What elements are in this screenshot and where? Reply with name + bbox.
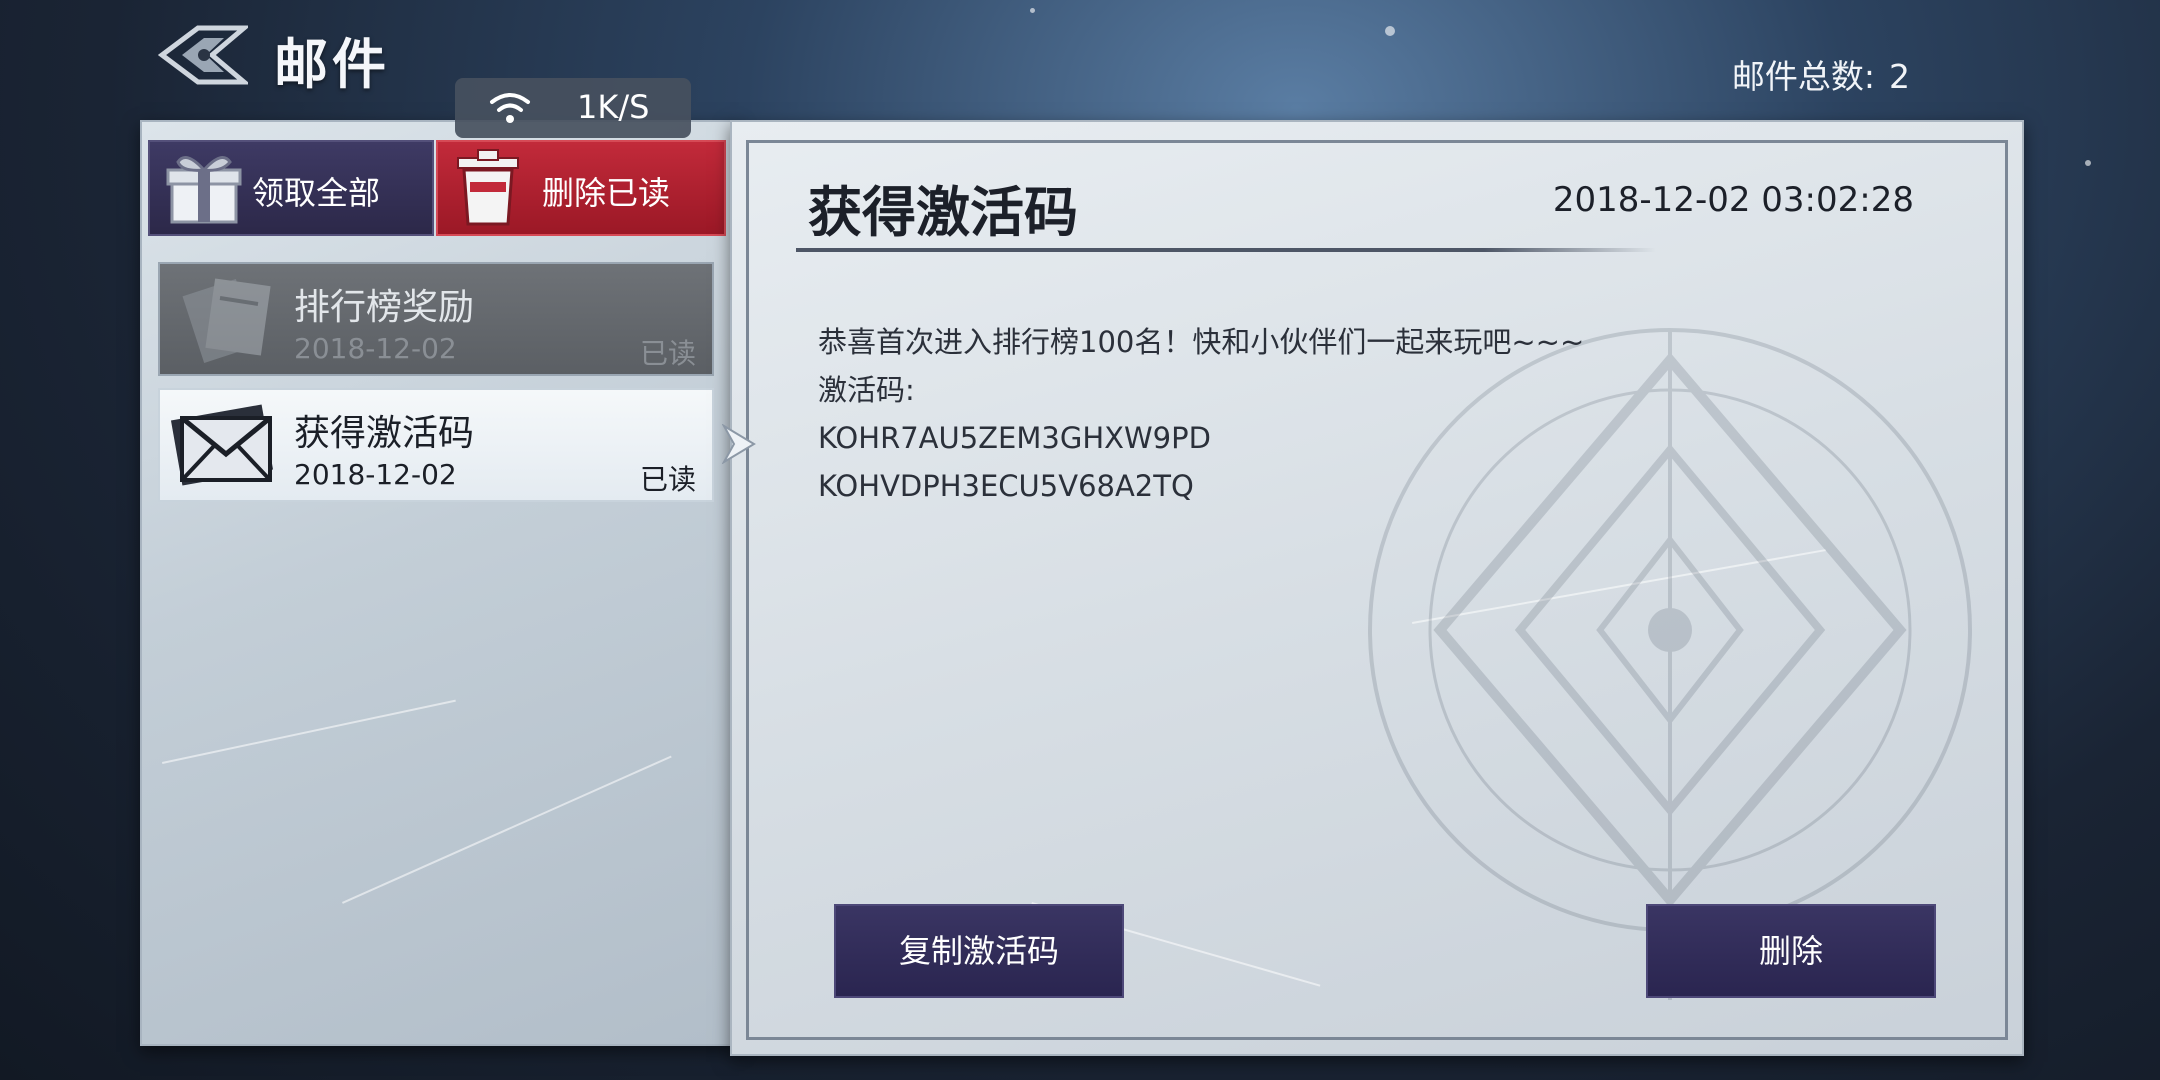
background-sparkle [2085, 160, 2091, 166]
mail-item-title: 获得激活码 [294, 413, 475, 454]
gift-icon [166, 156, 242, 224]
mail-item-date: 2018-12-02 [294, 332, 457, 365]
copy-code-button[interactable]: 复制激活码 [834, 904, 1124, 998]
delete-read-label: 删除已读 [542, 174, 671, 212]
title-divider [796, 248, 1656, 252]
mail-list-item-selected[interactable]: 获得激活码 2018-12-02 已读 [158, 388, 714, 502]
envelope-icon [170, 404, 274, 486]
network-rate: 1K/S [577, 88, 650, 126]
mail-total-count: 邮件总数: 2 [1732, 50, 1910, 98]
claim-all-label: 领取全部 [252, 174, 381, 212]
mail-item-date: 2018-12-02 [294, 458, 457, 491]
mail-item-title: 排行榜奖励 [294, 287, 475, 328]
mail-list-panel [140, 120, 739, 1046]
mail-item-status: 已读 [639, 337, 696, 370]
texture-crack [162, 699, 456, 764]
delete-mail-button[interactable]: 删除 [1646, 904, 1936, 998]
delete-read-button[interactable]: 删除已读 [436, 140, 726, 236]
detail-title: 获得激活码 [808, 181, 1078, 244]
detail-code-label: 激活码: [818, 373, 915, 407]
background-sparkle [1385, 26, 1395, 36]
mail-total-value: 2 [1889, 57, 1910, 96]
activation-code: KOHVDPH3ECU5V68A2TQ [818, 469, 1194, 503]
detail-body: 恭喜首次进入排行榜100名！快和小伙伴们一起来玩吧~~~ 激活码: KOHR7A… [818, 318, 1584, 510]
claim-all-button[interactable]: 领取全部 [148, 140, 434, 236]
trash-icon [457, 149, 519, 226]
mail-total-label: 邮件总数: [1731, 57, 1875, 96]
texture-crack [342, 755, 672, 904]
activation-code: KOHR7AU5ZEM3GHXW9PD [818, 421, 1211, 455]
page-title: 邮件 [274, 33, 390, 96]
mail-logo-icon [158, 25, 248, 85]
detail-message-line: 恭喜首次进入排行榜100名！快和小伙伴们一起来玩吧~~~ [818, 325, 1585, 359]
network-indicator: 1K/S [455, 78, 691, 138]
mail-list-item[interactable]: 排行榜奖励 2018-12-02 已读 [158, 262, 714, 376]
detail-timestamp: 2018-12-02 03:02:28 [1552, 180, 1914, 220]
background-sparkle [1030, 8, 1035, 13]
mail-item-status: 已读 [639, 463, 696, 496]
document-icon [182, 278, 271, 363]
wifi-icon [490, 93, 530, 123]
selection-arrow-icon [722, 424, 756, 464]
